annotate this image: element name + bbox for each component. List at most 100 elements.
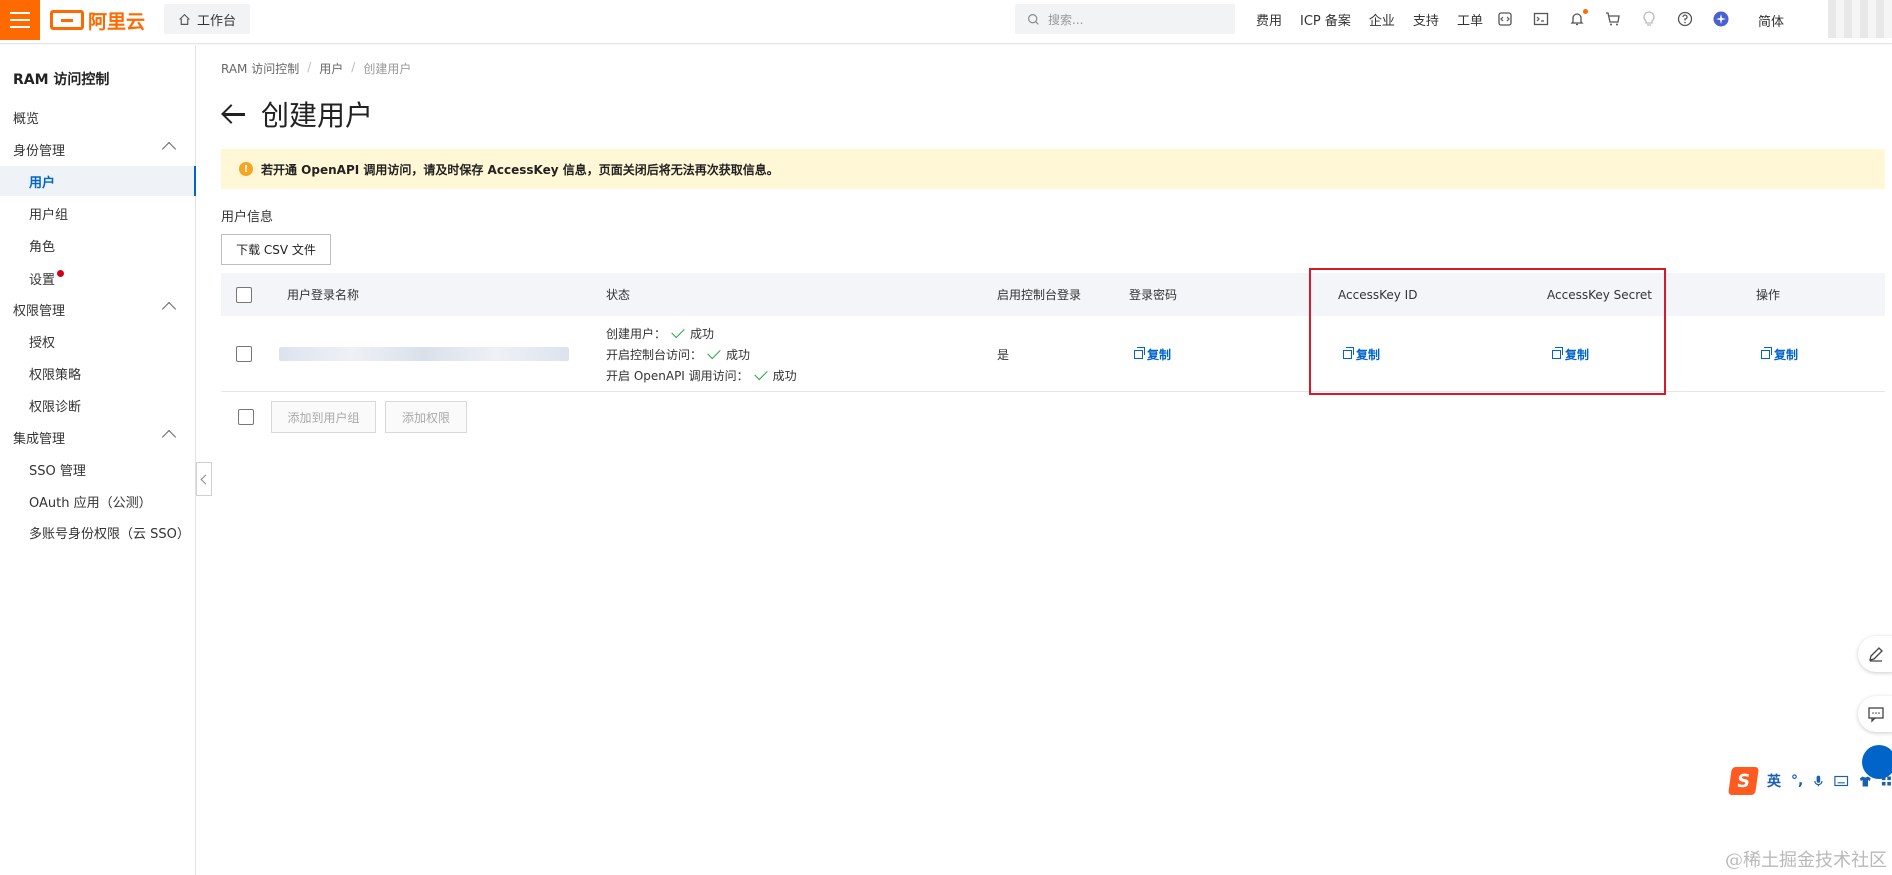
sidebar-item-roles[interactable]: 角色 xyxy=(0,230,196,260)
redacted-login-name xyxy=(279,347,569,361)
console-login-cell: 是 xyxy=(997,347,1010,362)
ime-lang-toggle[interactable]: 英 xyxy=(1767,771,1781,791)
password-cell: 复制 xyxy=(1134,316,1171,392)
breadcrumb: RAM 访问控制 / 用户 / 创建用户 xyxy=(221,60,411,77)
skin-shirt-icon[interactable] xyxy=(1859,775,1872,788)
ime-punctuation-icon[interactable]: °, xyxy=(1791,773,1803,789)
cart-icon[interactable] xyxy=(1604,10,1622,28)
top-link-billing[interactable]: 费用 xyxy=(1256,10,1282,29)
select-all-checkbox[interactable] xyxy=(236,286,252,303)
avatar[interactable] xyxy=(1828,0,1892,38)
batch-select-checkbox[interactable] xyxy=(238,409,254,425)
status-value: 成功 xyxy=(772,368,797,383)
sidebar-item-overview[interactable]: 概览 xyxy=(0,102,196,132)
ime-toolbar: S 英 °, xyxy=(1728,766,1892,796)
feedback-edit-button[interactable] xyxy=(1858,636,1892,672)
terminal-icon[interactable] xyxy=(1532,10,1550,28)
sidebar-collapse-button[interactable] xyxy=(196,462,212,496)
top-link-ticket[interactable]: 工单 xyxy=(1457,10,1483,29)
chat-button[interactable] xyxy=(1858,696,1892,732)
page-title: 创建用户 xyxy=(261,99,374,132)
check-icon xyxy=(671,324,685,339)
copy-icon xyxy=(1134,346,1145,359)
row-checkbox[interactable] xyxy=(236,346,252,362)
add-to-group-button[interactable]: 添加到用户组 xyxy=(271,401,376,433)
warning-alert: ! 若开通 OpenAPI 调用访问，请及时保存 AccessKey 信息，页面… xyxy=(221,149,1885,189)
new-badge-dot xyxy=(57,269,65,277)
brand-name: 阿里云 xyxy=(88,10,146,33)
ai-assistant-icon[interactable] xyxy=(1712,10,1730,28)
aliyun-logo[interactable]: 阿里云 xyxy=(50,7,145,33)
grid-menu-icon[interactable] xyxy=(1881,775,1892,787)
status-line: 创建用户： 成功 xyxy=(606,324,714,342)
page-header: 创建用户 xyxy=(221,94,373,134)
download-csv-button[interactable]: 下载 CSV 文件 xyxy=(221,234,331,265)
sidebar-item-diagnosis[interactable]: 权限诊断 xyxy=(0,390,196,420)
search-icon xyxy=(1028,13,1039,25)
alert-text: 若开通 OpenAPI 调用访问，请及时保存 AccessKey 信息，页面关闭… xyxy=(261,162,779,177)
copy-label: 复制 xyxy=(1147,347,1172,362)
col-console-login: 启用控制台登录 xyxy=(997,288,1082,302)
sidebar-item-grants[interactable]: 授权 xyxy=(0,326,196,356)
chevron-left-icon xyxy=(200,474,211,484)
sogou-ime-logo[interactable]: S xyxy=(1728,767,1759,795)
sidebar-item-label: 多账号身份权限（云 SSO） xyxy=(29,526,190,542)
top-link-enterprise[interactable]: 企业 xyxy=(1369,10,1395,29)
sidebar-item-label: 设置 xyxy=(29,272,56,288)
sidebar-item-settings[interactable]: 设置 xyxy=(0,263,196,293)
status-label: 开启 OpenAPI 调用访问： xyxy=(606,368,749,383)
code-icon[interactable] xyxy=(1496,10,1514,28)
sidebar-item-sso[interactable]: SSO 管理 xyxy=(0,454,196,484)
section-label: 用户信息 xyxy=(221,210,274,225)
sidebar-item-label: 权限诊断 xyxy=(29,399,82,415)
status-cell: 创建用户： 成功 开启控制台访问： 成功 开启 OpenAPI 调用访问： 成功 xyxy=(606,316,797,392)
search-input[interactable]: 搜索... xyxy=(1015,4,1235,34)
top-link-icp[interactable]: ICP 备案 xyxy=(1300,10,1351,29)
sidebar-item-user-groups[interactable]: 用户组 xyxy=(0,198,196,228)
bell-icon[interactable] xyxy=(1568,9,1588,28)
sidebar-item-label: 用户 xyxy=(29,175,56,191)
bulb-icon[interactable] xyxy=(1640,10,1658,28)
sidebar-item-label: 用户组 xyxy=(29,207,69,223)
language-switch[interactable]: 简体 xyxy=(1758,11,1784,30)
breadcrumb-ram[interactable]: RAM 访问控制 xyxy=(221,60,299,77)
sidebar: RAM 访问控制 概览 身份管理 用户 用户组 角色 设置 权限管理 授权 权限… xyxy=(0,45,196,875)
actions-cell: 复制 xyxy=(1761,316,1798,392)
sidebar-item-oauth[interactable]: OAuth 应用（公测） xyxy=(0,486,196,516)
sidebar-group-permissions[interactable]: 权限管理 xyxy=(0,294,196,324)
sidebar-group-identity[interactable]: 身份管理 xyxy=(0,134,196,164)
col-login-name: 用户登录名称 xyxy=(287,288,360,302)
breadcrumb-current: 创建用户 xyxy=(363,62,412,76)
sidebar-item-policies[interactable]: 权限策略 xyxy=(0,358,196,388)
chevron-up-icon xyxy=(161,429,177,445)
microphone-icon[interactable] xyxy=(1813,774,1824,788)
copy-password-link[interactable]: 复制 xyxy=(1134,346,1171,363)
sidebar-item-users[interactable]: 用户 xyxy=(0,166,196,196)
keyboard-icon[interactable] xyxy=(1834,775,1849,787)
chevron-up-icon xyxy=(161,301,177,317)
status-line: 开启控制台访问： 成功 xyxy=(606,345,750,363)
help-icon[interactable] xyxy=(1676,10,1694,28)
pencil-icon xyxy=(1869,647,1883,662)
check-icon xyxy=(707,345,721,360)
batch-actions: 添加到用户组 添加权限 xyxy=(221,401,821,433)
back-arrow-icon[interactable] xyxy=(221,101,247,127)
sidebar-item-label: 身份管理 xyxy=(13,143,66,159)
select-all-cell xyxy=(236,273,252,316)
copy-all-link[interactable]: 复制 xyxy=(1761,346,1798,363)
col-password: 登录密码 xyxy=(1129,288,1178,302)
top-link-support[interactable]: 支持 xyxy=(1413,10,1439,29)
row-checkbox-cell xyxy=(236,316,252,392)
status-line: 开启 OpenAPI 调用访问： 成功 xyxy=(606,366,797,384)
sidebar-item-cloud-sso[interactable]: 多账号身份权限（云 SSO） xyxy=(0,517,196,547)
workbench-button[interactable]: 工作台 xyxy=(164,4,251,34)
hamburger-menu-icon[interactable] xyxy=(0,0,40,40)
add-permission-button[interactable]: 添加权限 xyxy=(385,401,467,433)
sidebar-item-label: SSO 管理 xyxy=(29,463,86,479)
sidebar-group-integration[interactable]: 集成管理 xyxy=(0,422,196,452)
breadcrumb-separator: / xyxy=(351,60,356,74)
col-actions: 操作 xyxy=(1756,288,1781,302)
sidebar-item-label: 授权 xyxy=(29,335,56,351)
breadcrumb-users[interactable]: 用户 xyxy=(319,60,343,77)
sidebar-item-label: 角色 xyxy=(29,239,56,255)
